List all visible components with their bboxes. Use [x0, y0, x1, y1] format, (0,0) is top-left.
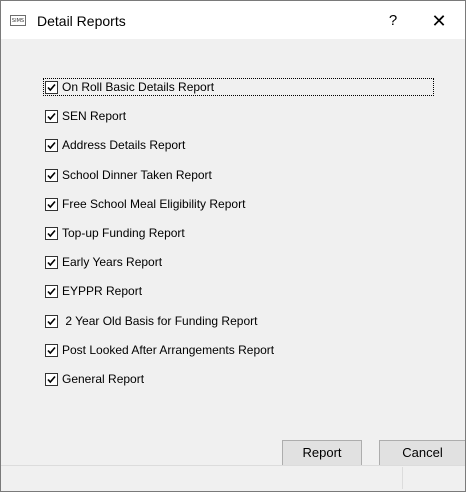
checkbox-checked-icon[interactable]	[45, 168, 58, 182]
close-icon[interactable]: ✕	[421, 9, 457, 33]
checkbox-item-address-details[interactable]: Address Details Report	[45, 136, 185, 154]
checkbox-label: Post Looked After Arrangements Report	[62, 343, 275, 357]
checkbox-checked-icon[interactable]	[45, 284, 58, 298]
checkbox-item-on-roll-basic-details[interactable]: On Roll Basic Details Report	[43, 78, 434, 96]
checkbox-checked-icon[interactable]	[45, 109, 58, 123]
status-separator	[402, 467, 403, 489]
checkbox-item-general[interactable]: General Report	[45, 370, 144, 388]
report-button[interactable]: Report	[282, 440, 362, 466]
help-button[interactable]: ?	[375, 9, 411, 33]
dialog-button-bar: Report Cancel	[1, 431, 465, 491]
checkbox-label: Early Years Report	[62, 255, 163, 269]
title-bar: SIMS Detail Reports ? ✕	[1, 1, 465, 39]
checkbox-label: EYPPR Report	[62, 284, 143, 298]
checkbox-item-free-school-meal[interactable]: Free School Meal Eligibility Report	[45, 195, 245, 213]
checkbox-item-school-dinner-taken[interactable]: School Dinner Taken Report	[45, 166, 212, 184]
checkbox-checked-icon[interactable]	[45, 343, 58, 357]
checkbox-label: Top-up Funding Report	[62, 226, 185, 240]
checkbox-label: Free School Meal Eligibility Report	[62, 197, 246, 211]
checkbox-item-sen[interactable]: SEN Report	[45, 107, 126, 125]
checkbox-label: 2 Year Old Basis for Funding Report	[62, 314, 258, 328]
checkbox-checked-icon[interactable]	[45, 197, 58, 211]
checkbox-checked-icon[interactable]	[45, 80, 58, 94]
checkbox-checked-icon[interactable]	[45, 372, 58, 386]
checkbox-checked-icon[interactable]	[45, 138, 58, 152]
checkbox-label: SEN Report	[62, 109, 127, 123]
checkbox-label: School Dinner Taken Report	[62, 168, 212, 182]
checkbox-checked-icon[interactable]	[45, 255, 58, 269]
checkbox-checked-icon[interactable]	[45, 314, 58, 328]
status-divider	[1, 465, 465, 466]
checkbox-item-early-years[interactable]: Early Years Report	[45, 253, 162, 271]
checkbox-label: General Report	[62, 372, 145, 386]
cancel-button[interactable]: Cancel	[379, 440, 465, 466]
sims-app-icon: SIMS	[10, 15, 26, 26]
checkbox-item-eyppr[interactable]: EYPPR Report	[45, 282, 142, 300]
checkbox-label: On Roll Basic Details Report	[62, 80, 215, 94]
checkbox-label: Address Details Report	[62, 138, 186, 152]
checkbox-item-post-looked-after[interactable]: Post Looked After Arrangements Report	[45, 341, 274, 359]
window-title: Detail Reports	[37, 13, 126, 29]
checkbox-item-top-up-funding[interactable]: Top-up Funding Report	[45, 224, 185, 242]
checkbox-item-2-year-old-basis[interactable]: 2 Year Old Basis for Funding Report	[45, 312, 257, 330]
checkbox-checked-icon[interactable]	[45, 226, 58, 240]
detail-reports-dialog: SIMS Detail Reports ? ✕ On Roll Basic De…	[0, 0, 466, 492]
